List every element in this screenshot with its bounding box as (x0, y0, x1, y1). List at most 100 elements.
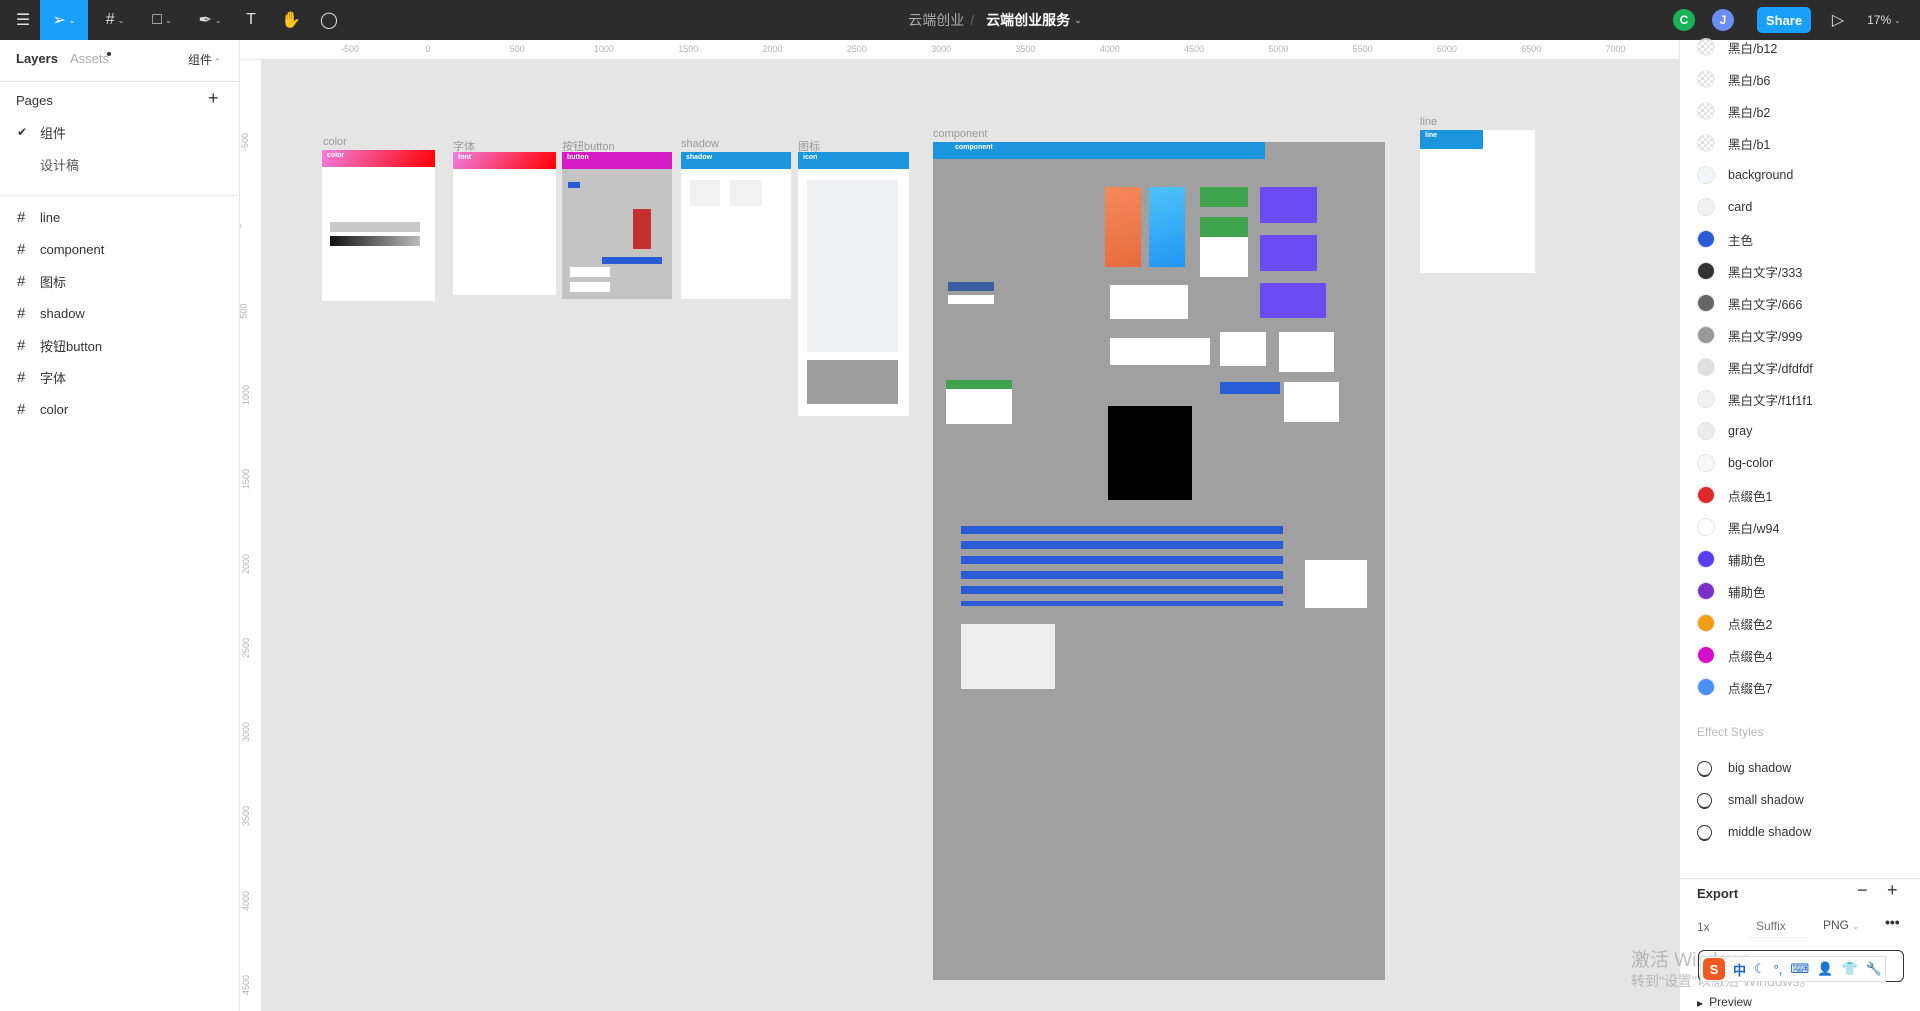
effect-style-item[interactable]: big shadow (1680, 754, 1920, 782)
ime-toolbar[interactable]: S 中 ☾ °, ⌨ 👤 👕 🔧 (1700, 956, 1886, 982)
color-style-item[interactable]: 黑白文字/333 (1680, 257, 1920, 285)
color-style-item[interactable]: 主色 (1680, 225, 1920, 253)
color-style-item[interactable]: gray (1680, 417, 1920, 445)
more-icon[interactable]: ••• (1885, 914, 1900, 930)
minus-icon[interactable]: − (1857, 880, 1868, 901)
color-style-item[interactable]: bg-color (1680, 449, 1920, 477)
color-style-item[interactable]: 黑白/b1 (1680, 129, 1920, 157)
format-value: PNG (1823, 918, 1850, 932)
tab-assets[interactable]: Assets (70, 51, 109, 66)
add-page-icon[interactable]: + (208, 88, 219, 109)
ruler-tick: 4500 (241, 974, 252, 996)
chevron-down-icon[interactable]: ⌄ (1074, 15, 1082, 26)
tag-white (948, 295, 994, 304)
frame-label-shadow[interactable]: shadow (681, 138, 719, 150)
keyboard-icon[interactable]: ⌨ (1790, 961, 1809, 977)
page-item[interactable]: 设计稿 (0, 149, 240, 179)
effect-icon (1697, 824, 1712, 840)
color-swatch (1697, 358, 1715, 376)
user-icon[interactable]: 👤 (1817, 961, 1833, 977)
color-style-item[interactable]: 黑白文字/dfdfdf (1680, 353, 1920, 381)
frame-color[interactable]: color (322, 150, 435, 301)
avatar[interactable]: C (1673, 9, 1695, 31)
page-item[interactable]: ✔ 组件 (0, 117, 240, 147)
layer-item[interactable]: # 按钮button (0, 330, 240, 360)
effect-styles-title: Effect Styles (1697, 725, 1764, 739)
table-rows (961, 526, 1283, 606)
toolbar: ☰ ➢ ⌄ # ⌄ □ ⌄ ✒ ⌄ T ✋ ◯ 云端创业 / 云端创业服务 ⌄ C J … (0, 0, 1920, 40)
share-button[interactable]: Share (1757, 7, 1811, 33)
layer-item[interactable]: # component (0, 234, 240, 264)
frame-label-line[interactable]: line (1420, 116, 1437, 128)
frame-font[interactable]: font (453, 152, 556, 295)
frame-component[interactable]: component (933, 142, 1385, 980)
color-style-item[interactable]: 辅助色 (1680, 545, 1920, 573)
color-style-item[interactable]: background (1680, 161, 1920, 189)
file-title[interactable]: 云端创业 / 云端创业服务 ⌄ (0, 0, 1920, 40)
suffix-input[interactable] (1750, 914, 1808, 938)
moon-icon[interactable]: ☾ (1754, 961, 1766, 977)
page-select-label: 组件 (188, 53, 213, 67)
wrench-icon[interactable]: 🔧 (1866, 961, 1882, 977)
ruler-tick: -500 (240, 132, 251, 152)
color-style-item[interactable]: 辅助色 (1680, 577, 1920, 605)
color-style-item[interactable]: 黑白/b12 (1680, 33, 1920, 61)
avatar[interactable]: J (1712, 9, 1734, 31)
frame-icon[interactable]: icon (798, 152, 909, 416)
frame-header: color (322, 150, 435, 167)
color-style-item[interactable]: 点缀色7 (1680, 673, 1920, 701)
page-select[interactable]: 组件 ^ (188, 51, 219, 68)
color-style-item[interactable]: 点缀色2 (1680, 609, 1920, 637)
layer-item[interactable]: # line (0, 202, 240, 232)
color-style-item[interactable]: 黑白/w94 (1680, 513, 1920, 541)
color-swatch (1697, 294, 1715, 312)
frame-button[interactable]: button (562, 152, 672, 299)
color-style-item[interactable]: 黑白文字/f1f1f1 (1680, 385, 1920, 413)
ruler-tick: 2500 (241, 637, 252, 658)
layer-item[interactable]: # shadow (0, 298, 240, 328)
frame-label-component[interactable]: component (933, 128, 987, 140)
card-white (1110, 338, 1210, 365)
ime-mode[interactable]: 中 (1733, 960, 1746, 979)
frame-header: shadow (681, 152, 791, 169)
skin-icon[interactable]: 👕 (1841, 961, 1857, 977)
export-scale[interactable]: 1x (1697, 920, 1710, 934)
frame-label-color[interactable]: color (323, 136, 347, 148)
color-swatch (1697, 486, 1715, 504)
format-dropdown[interactable]: PNG ⌄ (1823, 918, 1859, 932)
card-notice (946, 380, 1012, 424)
file-name[interactable]: 云端创业服务 (986, 10, 1070, 30)
effect-style-item[interactable]: small shadow (1680, 786, 1920, 814)
color-style-name: 黑白/b2 (1728, 105, 1771, 120)
preview-toggle[interactable]: ▶ Preview (1697, 995, 1752, 1009)
layer-item[interactable]: # 图标 (0, 266, 240, 296)
tab-layers[interactable]: Layers (16, 51, 58, 66)
color-style-name: 黑白/w94 (1728, 521, 1780, 536)
punctuation-icon[interactable]: °, (1774, 962, 1783, 977)
color-style-item[interactable]: 点缀色1 (1680, 481, 1920, 509)
color-style-item[interactable]: 黑白/b2 (1680, 97, 1920, 125)
color-style-item[interactable]: 黑白文字/666 (1680, 289, 1920, 317)
project-name[interactable]: 云端创业 (908, 10, 964, 30)
card-white (1110, 285, 1188, 319)
ruler-tick: 6000 (1436, 44, 1457, 54)
card-purple (1260, 187, 1317, 223)
triangle-right-icon: ▶ (1697, 999, 1704, 1008)
color-style-item[interactable]: card (1680, 193, 1920, 221)
color-style-item[interactable]: 点缀色4 (1680, 641, 1920, 669)
frame-header: line (1420, 130, 1483, 149)
frame-line[interactable]: line (1420, 130, 1535, 273)
plus-icon[interactable]: + (1887, 880, 1898, 901)
layer-item[interactable]: # color (0, 394, 240, 424)
swatch-row (330, 236, 420, 246)
color-style-item[interactable]: 黑白文字/999 (1680, 321, 1920, 349)
layer-item[interactable]: # 字体 (0, 362, 240, 392)
color-style-name: 黑白文字/f1f1f1 (1728, 393, 1813, 408)
color-style-item[interactable]: 黑白/b6 (1680, 65, 1920, 93)
color-swatch (1697, 646, 1715, 664)
frame-shadow[interactable]: shadow (681, 152, 791, 299)
assets-dot-icon (107, 52, 111, 56)
card-orange (1105, 187, 1141, 267)
frame-icon: # (17, 272, 26, 290)
effect-style-item[interactable]: middle shadow (1680, 818, 1920, 846)
